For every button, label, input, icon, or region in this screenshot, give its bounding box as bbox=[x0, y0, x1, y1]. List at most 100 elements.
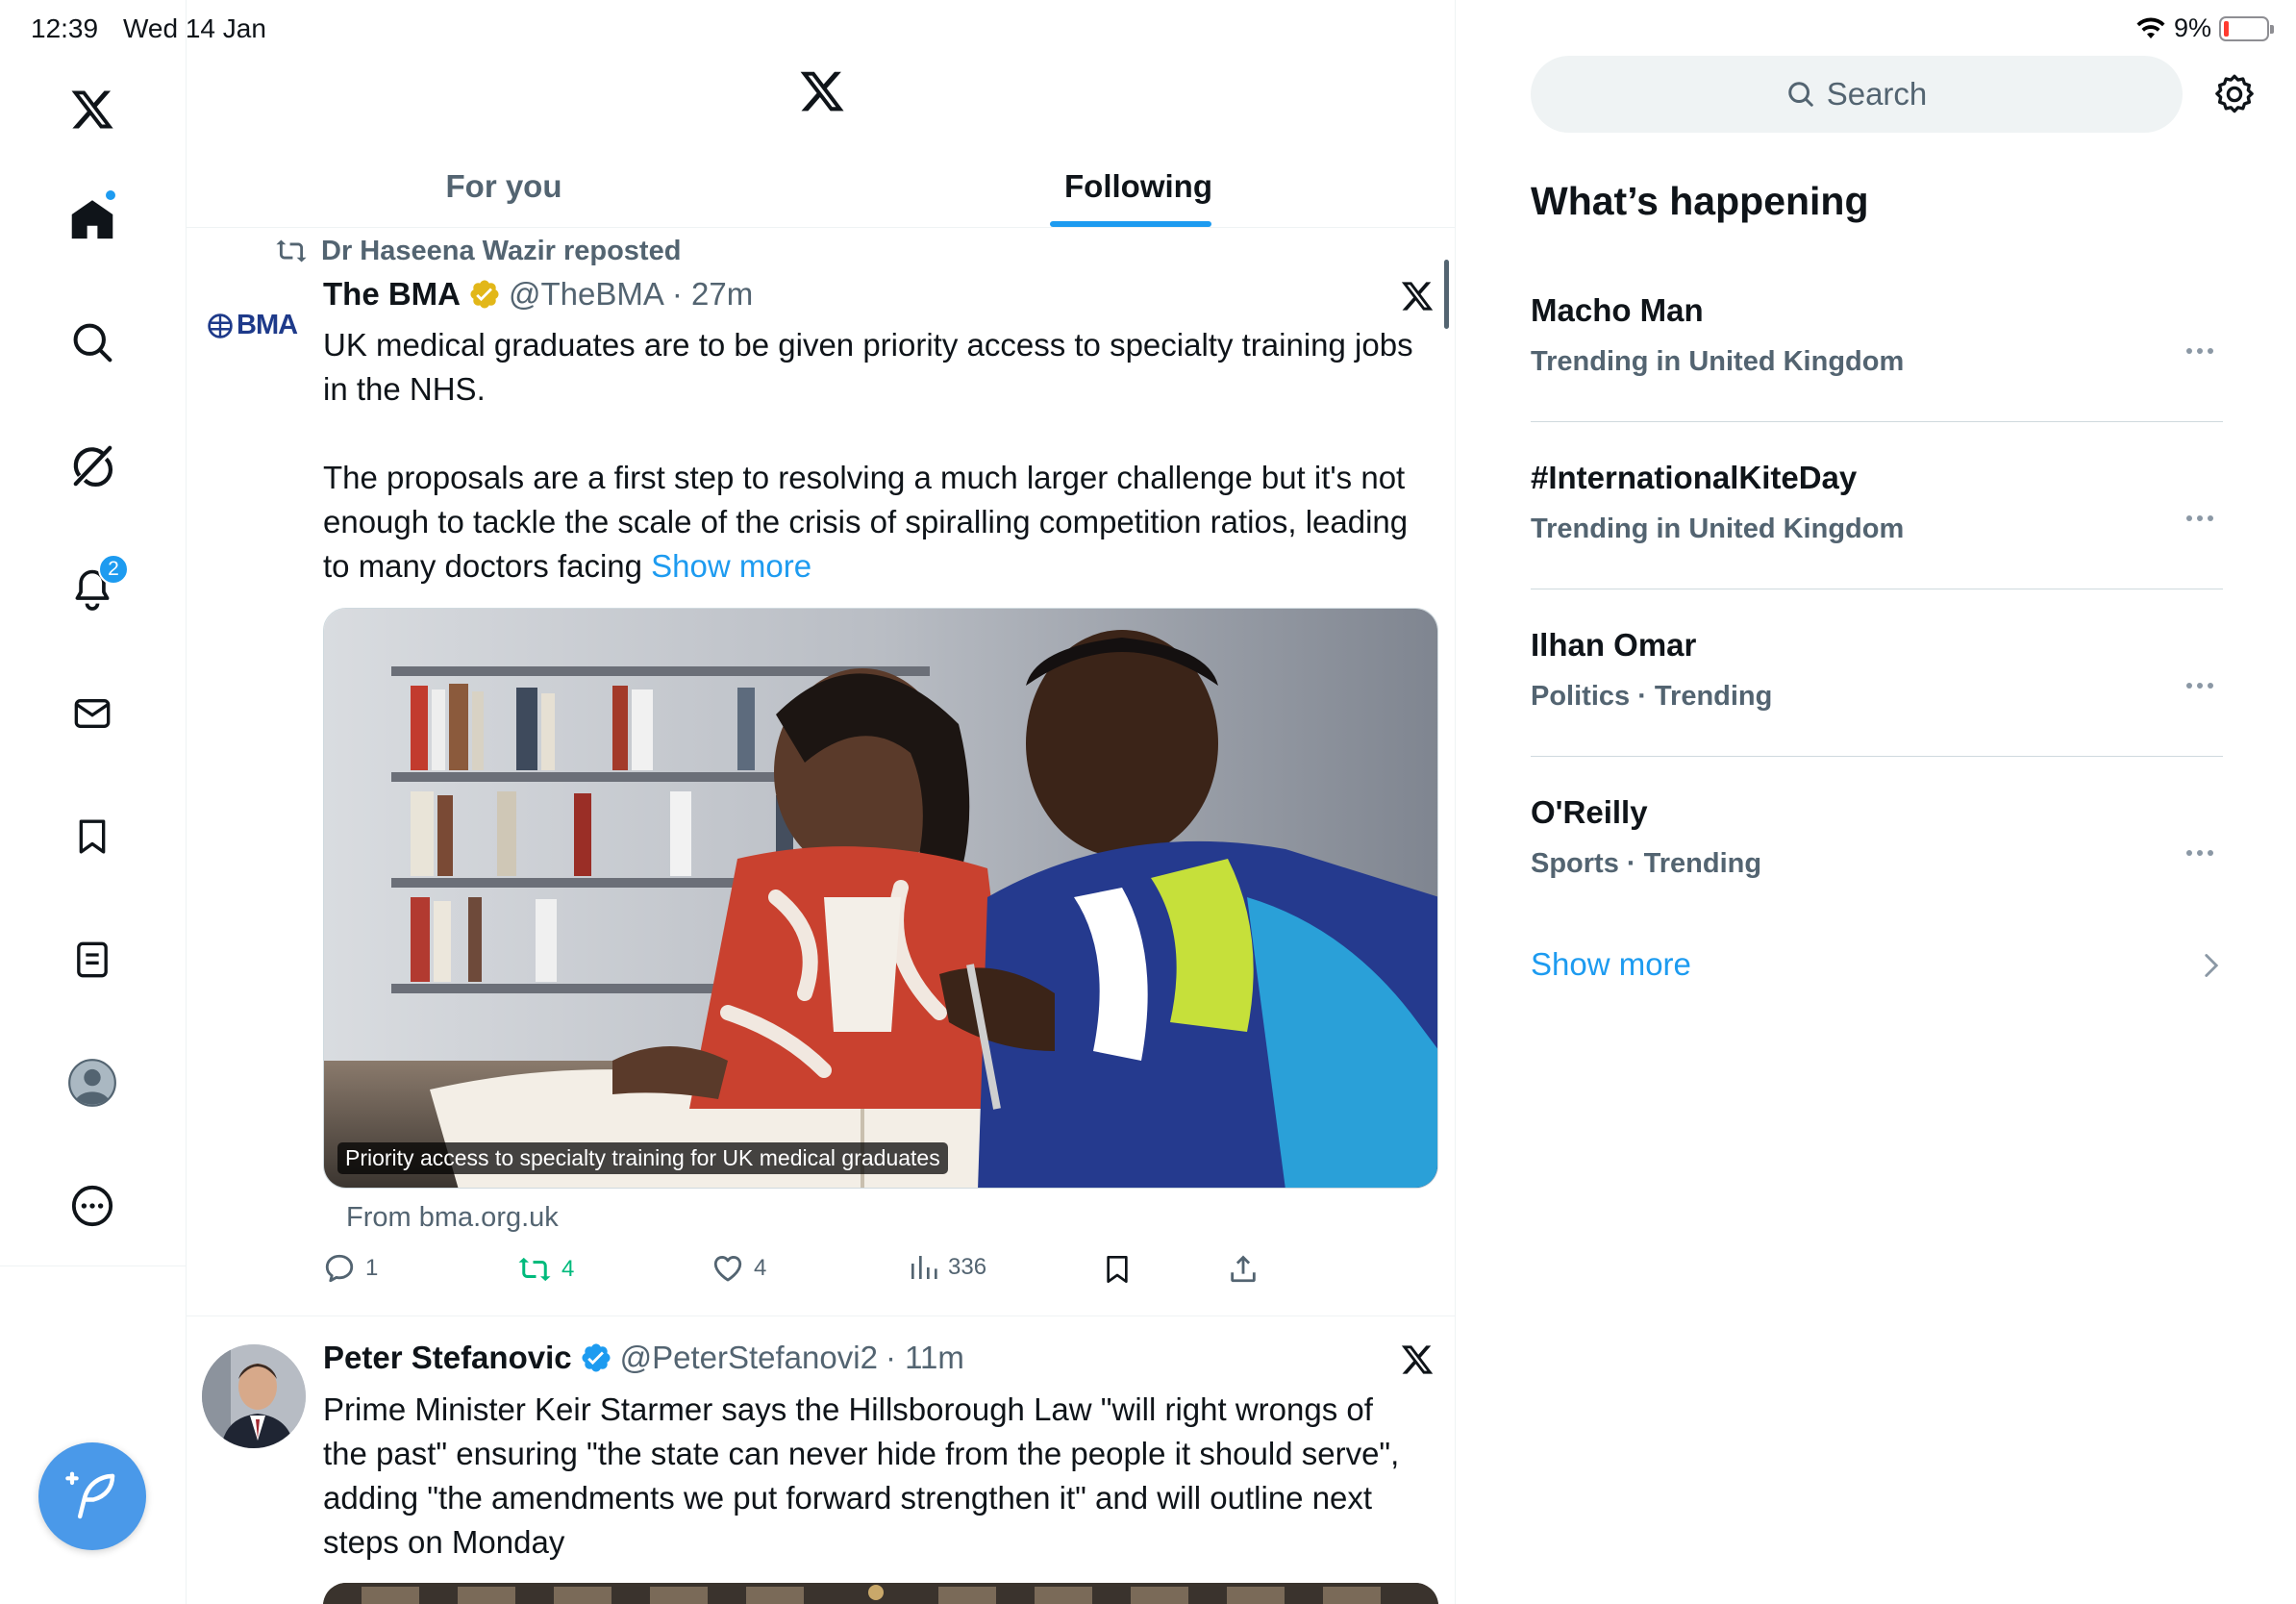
nav-messages[interactable] bbox=[58, 679, 127, 748]
trend-name: #InternationalKiteDay bbox=[1531, 460, 1858, 495]
trend-item[interactable]: Ilhan Omar Politics · Trending bbox=[1531, 627, 2223, 713]
envelope-icon bbox=[74, 699, 111, 728]
trend-name: Macho Man bbox=[1531, 292, 1704, 328]
battery-percent: 9% bbox=[2173, 13, 2211, 42]
show-more-link[interactable]: Show more bbox=[651, 548, 811, 584]
bma-logo-text: BMA bbox=[237, 310, 298, 340]
author-name-2[interactable]: Peter Stefanovic bbox=[323, 1340, 572, 1376]
author-avatar-bma[interactable]: BMA bbox=[208, 310, 298, 341]
timeline-tabs: For you Following bbox=[187, 144, 1456, 228]
reply-count: 1 bbox=[365, 1255, 379, 1281]
post-grok-x-icon[interactable] bbox=[1400, 279, 1435, 313]
verified-gold-badge-icon bbox=[470, 280, 499, 309]
nav-lists[interactable] bbox=[58, 925, 127, 994]
repost-icon bbox=[276, 239, 307, 263]
post-header-2: Peter Stefanovic @PeterStefanovi2 · 11m bbox=[323, 1340, 964, 1376]
reply-button[interactable]: 1 bbox=[323, 1252, 378, 1285]
link-card-source[interactable]: From bma.org.uk bbox=[346, 1202, 559, 1234]
author-handle[interactable]: @TheBMA bbox=[509, 276, 664, 313]
status-indicators: 9% bbox=[2135, 13, 2274, 43]
compose-feather-icon bbox=[65, 1471, 115, 1519]
nav-home[interactable] bbox=[58, 185, 127, 254]
avatar-icon bbox=[68, 1059, 116, 1107]
post-time-2[interactable]: · 11m bbox=[886, 1340, 964, 1376]
share-button[interactable] bbox=[1227, 1252, 1260, 1285]
bma-logo-icon bbox=[208, 313, 233, 338]
nav-notifications[interactable]: 2 bbox=[58, 554, 129, 623]
bookmark-button[interactable] bbox=[1102, 1252, 1133, 1287]
home-unread-dot bbox=[104, 188, 117, 202]
battery-icon bbox=[2219, 15, 2274, 41]
nav-grok[interactable] bbox=[58, 431, 127, 500]
post-body: UK medical graduates are to be given pri… bbox=[323, 323, 1419, 589]
trend-more-icon[interactable] bbox=[2186, 515, 2213, 521]
author-avatar-peter[interactable] bbox=[202, 1344, 306, 1448]
tab-following[interactable]: Following bbox=[821, 144, 1456, 228]
nav-bookmarks[interactable] bbox=[58, 802, 127, 871]
trend-more-icon[interactable] bbox=[2186, 683, 2213, 689]
whats-happening-title: What’s happening bbox=[1531, 179, 1869, 223]
search-icon bbox=[73, 323, 112, 363]
bookmark-icon bbox=[1107, 1256, 1128, 1283]
tab-for-you-label: For you bbox=[445, 167, 562, 204]
trend-name: O'Reilly bbox=[1531, 794, 1648, 830]
trend-item[interactable]: Macho Man Trending in United Kingdom bbox=[1531, 292, 2223, 378]
chevron-right-icon[interactable] bbox=[2202, 952, 2221, 979]
link-card-caption: Priority access to specialty training fo… bbox=[337, 1142, 948, 1174]
share-icon bbox=[1231, 1255, 1256, 1283]
nav-more[interactable] bbox=[58, 1171, 127, 1241]
heart-icon bbox=[713, 1256, 742, 1282]
trend-item[interactable]: #InternationalKiteDay Trending in United… bbox=[1531, 460, 2223, 545]
wifi-icon bbox=[2136, 16, 2165, 38]
post-body-2: Prime Minister Keir Starmer says the Hil… bbox=[323, 1391, 1400, 1560]
nav-profile[interactable] bbox=[58, 1048, 127, 1117]
repost-context: Dr Haseena Wazir reposted bbox=[275, 235, 681, 267]
parliament-photo bbox=[323, 1583, 1438, 1604]
x-logo-icon[interactable] bbox=[58, 75, 127, 144]
search-icon bbox=[1787, 82, 1813, 107]
like-button[interactable]: 4 bbox=[711, 1252, 766, 1285]
repost-icon bbox=[518, 1257, 551, 1282]
trend-divider bbox=[1531, 421, 2223, 422]
post-time[interactable]: · 27m bbox=[672, 276, 753, 313]
notifications-badge: 2 bbox=[98, 554, 129, 585]
more-circle-icon bbox=[71, 1185, 113, 1227]
tab-for-you[interactable]: For you bbox=[187, 144, 821, 228]
views-chart-icon bbox=[911, 1256, 937, 1279]
gear-icon bbox=[2215, 74, 2254, 113]
link-card-image[interactable]: Priority access to specialty training fo… bbox=[323, 608, 1438, 1189]
nav-explore[interactable] bbox=[58, 308, 127, 377]
post-text: UK medical graduates are to be given pri… bbox=[323, 327, 1413, 584]
trend-item[interactable]: O'Reilly Sports · Trending bbox=[1531, 794, 2223, 880]
trend-divider bbox=[1531, 756, 2223, 757]
post-header: The BMA @TheBMA · 27m bbox=[323, 276, 753, 313]
trend-meta: Trending in United Kingdom bbox=[1531, 514, 1905, 544]
students-studying-photo bbox=[324, 609, 1437, 1188]
trend-meta: Sports · Trending bbox=[1531, 848, 1762, 879]
header-x-logo-icon[interactable] bbox=[798, 67, 846, 115]
left-nav-rail: 2 bbox=[0, 0, 187, 1604]
views-count: 336 bbox=[948, 1254, 987, 1280]
compose-button[interactable] bbox=[38, 1442, 146, 1550]
trend-name: Ilhan Omar bbox=[1531, 627, 1697, 663]
author-handle-2[interactable]: @PeterStefanovi2 bbox=[620, 1340, 878, 1376]
repost-by-label: Dr Haseena Wazir reposted bbox=[321, 235, 682, 266]
search-input[interactable]: Search bbox=[1531, 56, 2183, 133]
trend-more-icon[interactable] bbox=[2186, 348, 2213, 354]
settings-button[interactable] bbox=[2213, 73, 2256, 115]
trends-show-more[interactable]: Show more bbox=[1531, 946, 1691, 983]
post-grok-x-icon-2[interactable] bbox=[1400, 1342, 1435, 1377]
post-image-2[interactable] bbox=[323, 1583, 1438, 1604]
peter-avatar-photo bbox=[202, 1344, 306, 1448]
timeline-scrollbar[interactable] bbox=[1444, 260, 1449, 329]
verified-blue-badge-icon bbox=[582, 1343, 611, 1372]
author-name[interactable]: The BMA bbox=[323, 276, 461, 313]
active-tab-indicator bbox=[1050, 221, 1211, 227]
repost-button[interactable]: 4 bbox=[517, 1252, 574, 1287]
trend-meta: Trending in United Kingdom bbox=[1531, 346, 1905, 377]
repost-count: 4 bbox=[562, 1256, 575, 1282]
tab-following-label: Following bbox=[1064, 167, 1212, 204]
views-button[interactable]: 336 bbox=[908, 1252, 986, 1283]
bookmark-icon bbox=[79, 819, 106, 854]
trend-more-icon[interactable] bbox=[2186, 850, 2213, 856]
